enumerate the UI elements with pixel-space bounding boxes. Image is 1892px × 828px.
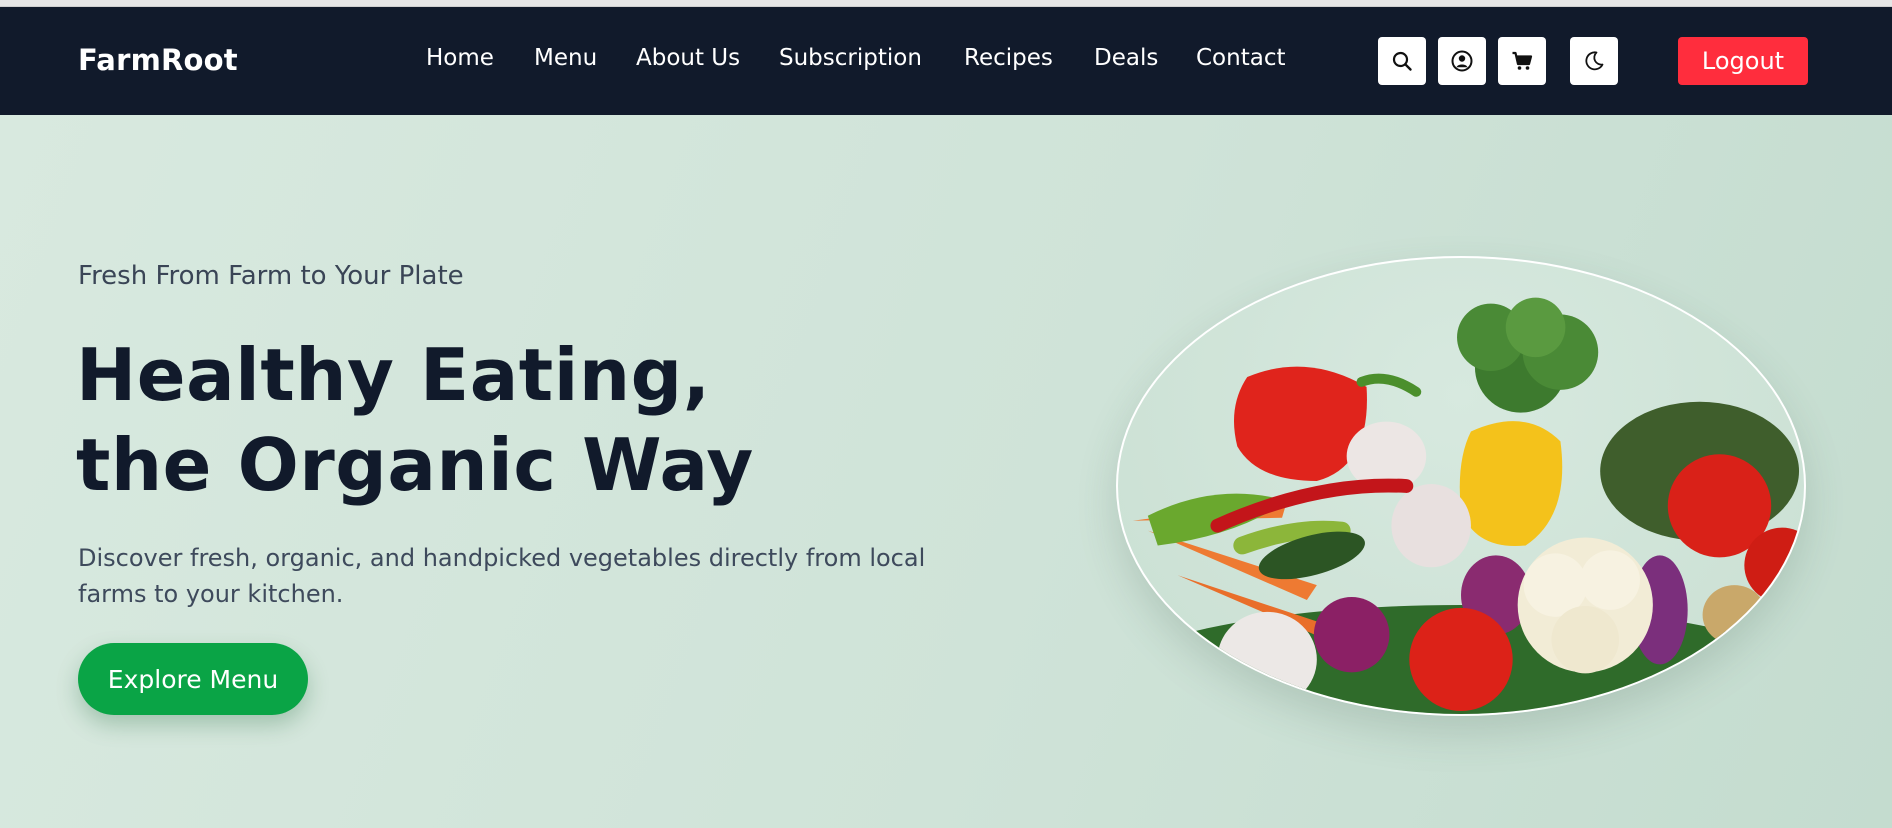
hero-description: Discover fresh, organic, and handpicked … bbox=[78, 544, 926, 608]
browser-top-border bbox=[0, 0, 1892, 7]
account-icon bbox=[1451, 50, 1473, 72]
hero-eyebrow: Fresh From Farm to Your Plate bbox=[78, 261, 464, 291]
brand-logo[interactable]: FarmRoot bbox=[78, 43, 238, 77]
hero-vegetables-image bbox=[1116, 256, 1806, 716]
explore-menu-button[interactable]: Explore Menu bbox=[78, 643, 308, 715]
nav-contact[interactable]: Contact bbox=[1196, 45, 1285, 71]
nav-about-us[interactable]: About Us bbox=[636, 45, 740, 71]
vegetables-illustration bbox=[1118, 297, 1804, 714]
hero-headline-line1: Healthy Eating, bbox=[76, 333, 711, 417]
moon-icon bbox=[1585, 51, 1604, 71]
hero-section: Fresh From Farm to Your Plate Healthy Ea… bbox=[0, 115, 1892, 828]
cart-button[interactable] bbox=[1498, 37, 1546, 85]
navbar: FarmRoot Home Menu About Us Subscription… bbox=[0, 7, 1892, 115]
nav-deals[interactable]: Deals bbox=[1094, 45, 1158, 71]
theme-toggle-button[interactable] bbox=[1570, 37, 1618, 85]
account-button[interactable] bbox=[1438, 37, 1486, 85]
nav-subscription[interactable]: Subscription bbox=[779, 45, 922, 71]
search-icon bbox=[1392, 51, 1412, 71]
nav-home[interactable]: Home bbox=[426, 45, 494, 71]
nav-menu[interactable]: Menu bbox=[534, 45, 597, 71]
hero-headline: Healthy Eating, the Organic Way bbox=[76, 330, 754, 510]
search-button[interactable] bbox=[1378, 37, 1426, 85]
nav-recipes[interactable]: Recipes bbox=[964, 45, 1053, 71]
logout-button[interactable]: Logout bbox=[1678, 37, 1808, 85]
cart-icon bbox=[1512, 51, 1533, 70]
hero-headline-line2: the Organic Way bbox=[76, 423, 754, 507]
